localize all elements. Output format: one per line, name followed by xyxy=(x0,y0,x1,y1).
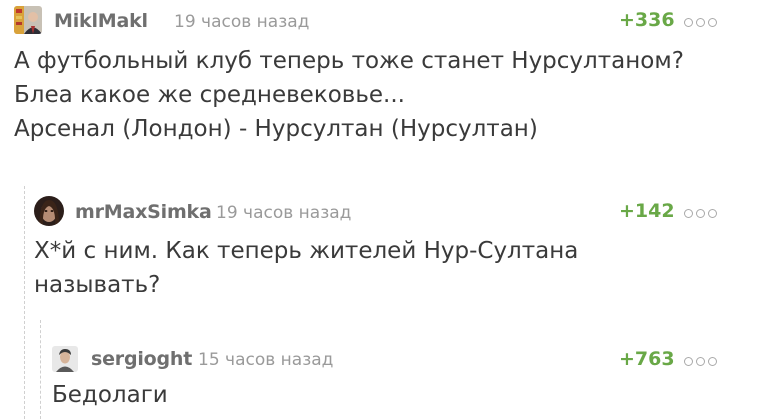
comment-text-line: Х*й с ним. Как теперь жителей Нур-Султан… xyxy=(34,238,579,264)
comment-header: MiklMakl 19 часов назад +336 xyxy=(14,6,734,34)
comment-timestamp[interactable]: 19 часов назад xyxy=(174,12,309,32)
thread-line-level-1 xyxy=(24,186,25,419)
author-name[interactable]: sergioght xyxy=(91,348,192,370)
avatar[interactable] xyxy=(14,6,42,34)
comment-text-line: называть? xyxy=(34,272,161,298)
comment-text-line: А футбольный клуб теперь тоже станет Нур… xyxy=(14,48,684,74)
comment-text-line: Бедолаги xyxy=(52,382,168,408)
comment-text-line: Арсенал (Лондон) - Нурсултан (Нурсултан) xyxy=(14,116,538,142)
more-options-icon[interactable] xyxy=(684,209,717,218)
avatar[interactable] xyxy=(52,346,78,372)
author-name[interactable]: mrMaxSimka xyxy=(75,201,212,223)
comment: MiklMakl 19 часов назад +336 А футбольны… xyxy=(14,6,734,166)
comment-body: Х*й с ним. Как теперь жителей Нур-Султан… xyxy=(34,234,674,302)
comment-rating: +142 xyxy=(619,200,675,222)
comment-body: Бедолаги xyxy=(52,378,652,412)
comment-header: mrMaxSimka 19 часов назад +142 xyxy=(34,196,734,226)
comment-rating: +763 xyxy=(619,348,675,370)
more-options-icon[interactable] xyxy=(684,18,717,27)
comment-reply: sergioght 15 часов назад +763 Бедолаги xyxy=(52,346,734,416)
comment-text-line: Блеа какое же средневековье... xyxy=(14,82,405,108)
comment-rating: +336 xyxy=(619,9,675,31)
comment-body: А футбольный клуб теперь тоже станет Нур… xyxy=(14,44,734,146)
thread-line-level-2 xyxy=(40,320,41,419)
avatar[interactable] xyxy=(34,196,64,226)
comment-header: sergioght 15 часов назад +763 xyxy=(52,346,734,374)
comment-reply: mrMaxSimka 19 часов назад +142 Х*й с ним… xyxy=(34,196,734,316)
comment-timestamp[interactable]: 15 часов назад xyxy=(198,350,333,370)
comment-timestamp[interactable]: 19 часов назад xyxy=(216,203,351,223)
more-options-icon[interactable] xyxy=(684,357,717,366)
author-name[interactable]: MiklMakl xyxy=(54,10,148,32)
